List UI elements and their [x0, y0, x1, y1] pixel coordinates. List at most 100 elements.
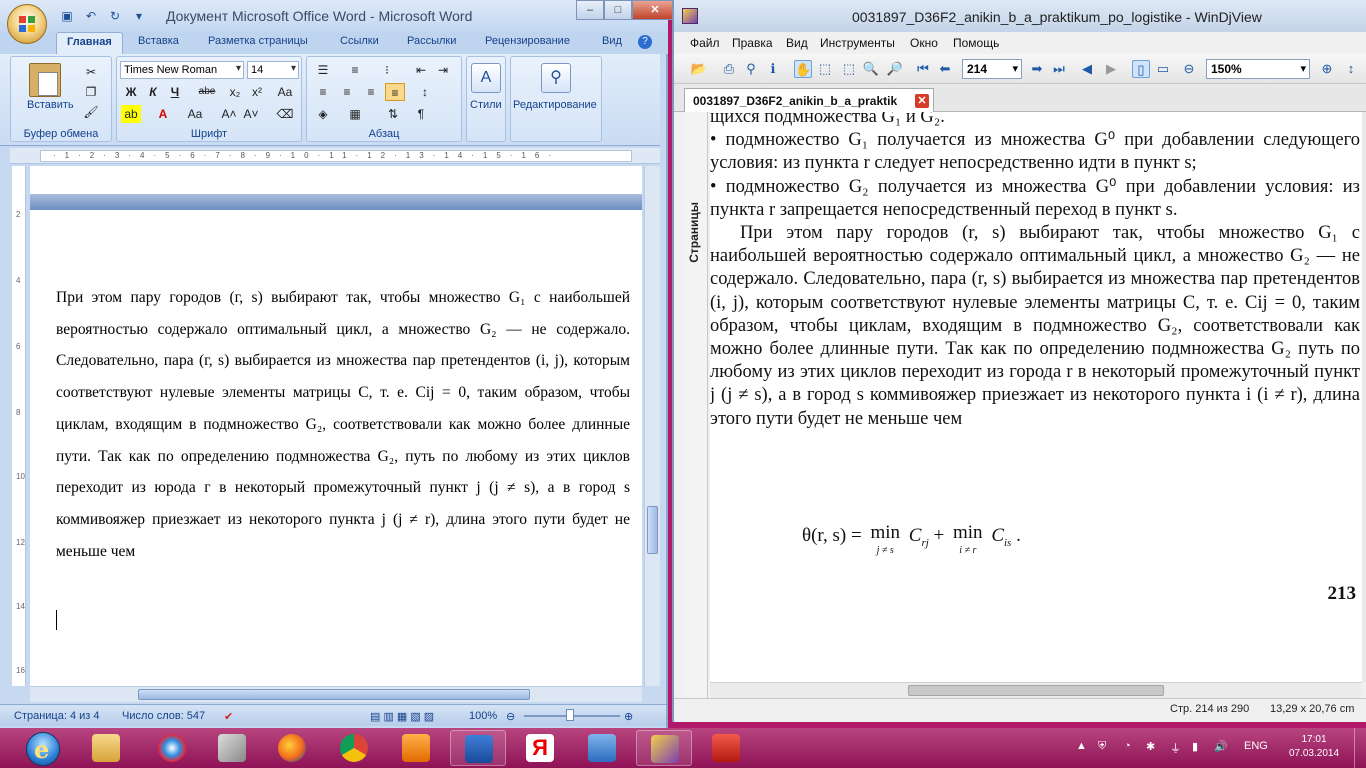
volume-icon[interactable]: 🔊	[1214, 740, 1228, 753]
cut-icon[interactable]: ✂	[81, 63, 101, 81]
zoom-select[interactable]: 150%	[1206, 59, 1310, 79]
borders-icon[interactable]: ▦	[345, 105, 365, 123]
menu-tools[interactable]: Инструменты	[820, 36, 895, 50]
italic-button[interactable]: К	[143, 83, 163, 101]
taskbar-paint[interactable]	[144, 730, 200, 766]
word-count[interactable]: Число слов: 547	[122, 710, 205, 722]
justify-icon[interactable]: ≡	[385, 83, 405, 101]
tray-app-icon[interactable]: ◔	[1124, 740, 1131, 752]
styles-label[interactable]: Стили	[470, 99, 502, 111]
editing-label[interactable]: Редактирование	[513, 99, 597, 111]
format-painter-icon[interactable]: 🖌	[81, 103, 101, 121]
horizontal-ruler[interactable]: ·1·2·3·4·5·6·7·8·9·10·11·12·13·14·15·16·	[10, 148, 660, 164]
select-region-icon[interactable]: ⬚	[840, 60, 858, 78]
change-case-icon[interactable]: Aa	[275, 83, 295, 101]
menu-edit[interactable]: Правка	[732, 36, 773, 50]
bullets-icon[interactable]: ☰	[313, 61, 333, 79]
subscript-icon[interactable]: x₂	[225, 83, 245, 101]
sort-icon[interactable]: ⇅	[383, 105, 403, 123]
font-name-select[interactable]: Times New Roman	[120, 61, 244, 79]
fit-page-icon[interactable]: ↕	[1342, 60, 1360, 78]
taskbar-chrome[interactable]	[326, 730, 382, 766]
zoom-in-page-icon[interactable]: ⊕	[1318, 60, 1336, 78]
zoom-in-icon[interactable]: ⊕	[624, 710, 633, 723]
tray-shield-icon[interactable]: ⛨	[1098, 740, 1106, 753]
align-right-icon[interactable]: ≡	[361, 83, 381, 101]
zoom-out-icon[interactable]: ⊖	[506, 710, 515, 723]
zoom-level[interactable]: 100%	[469, 710, 497, 722]
view-buttons[interactable]: ▤ ▥ ▦ ▧ ▨	[370, 710, 434, 723]
tab-references[interactable]: Ссылки	[340, 35, 379, 47]
djview-horizontal-scroll-thumb[interactable]	[908, 685, 1164, 696]
page-number-input[interactable]: 214	[962, 59, 1022, 79]
pages-sidebar[interactable]: Страницы	[684, 112, 708, 700]
customize-qat-icon[interactable]: ▾	[130, 7, 148, 25]
binoculars-icon[interactable]: ⚲	[541, 63, 571, 93]
menu-file[interactable]: Файл	[690, 36, 720, 50]
zoom-slider-thumb[interactable]	[566, 709, 574, 721]
line-spacing-icon[interactable]: ↕	[415, 83, 435, 101]
font-color-icon[interactable]: A	[153, 105, 173, 123]
next-page-icon[interactable]: ➡	[1028, 60, 1046, 78]
clear-formatting-icon[interactable]: ⌫	[275, 105, 295, 123]
start-button[interactable]: e	[16, 730, 72, 766]
highlight-icon[interactable]: ab	[121, 105, 141, 123]
underline-button[interactable]: Ч	[165, 83, 185, 101]
aa-icon[interactable]: Aa	[185, 105, 205, 123]
font-size-select[interactable]: 14	[247, 61, 299, 79]
select-icon[interactable]: ⬚	[816, 60, 834, 78]
tab-mailings[interactable]: Рассылки	[407, 35, 456, 47]
zoom-out-page-icon[interactable]: ⊖	[1180, 60, 1198, 78]
menu-view[interactable]: Вид	[786, 36, 808, 50]
last-page-icon[interactable]: ⏭	[1050, 60, 1068, 78]
open-icon[interactable]: 📂	[690, 60, 708, 78]
tab-page-layout[interactable]: Разметка страницы	[208, 35, 308, 47]
align-center-icon[interactable]: ≡	[337, 83, 357, 101]
prev-page-icon[interactable]: ⬅	[936, 60, 954, 78]
minimize-button[interactable]: –	[576, 0, 604, 20]
help-icon[interactable]: ?	[638, 35, 652, 49]
taskbar-app11[interactable]	[698, 730, 754, 766]
find-icon[interactable]: ⚲	[742, 60, 760, 78]
page-count[interactable]: Страница: 4 из 4	[14, 710, 100, 722]
tab-view[interactable]: Вид	[602, 35, 622, 47]
paste-label[interactable]: Вставить	[27, 99, 74, 111]
continuous-icon[interactable]: ▭	[1154, 60, 1172, 78]
taskbar-explorer[interactable]	[78, 730, 134, 766]
tab-home[interactable]: Главная	[56, 32, 123, 54]
djvu-page[interactable]: щихся подмножества G₁ и G₂. • подмножест…	[710, 112, 1362, 682]
hand-tool-icon[interactable]: ✋	[794, 60, 812, 78]
shading-icon[interactable]: ◈	[313, 105, 333, 123]
menu-help[interactable]: Помощь	[953, 36, 999, 50]
align-left-icon[interactable]: ≡	[313, 83, 333, 101]
increase-indent-icon[interactable]: ⇥	[433, 61, 453, 79]
vertical-scroll-thumb[interactable]	[647, 506, 658, 554]
save-icon[interactable]: ▣	[58, 7, 76, 25]
clock[interactable]: 17:01 07.03.2014	[1284, 733, 1344, 761]
vertical-scrollbar[interactable]	[644, 166, 660, 686]
tray-expand-icon[interactable]: ▲	[1076, 740, 1087, 752]
horizontal-scroll-thumb[interactable]	[138, 689, 530, 700]
strikethrough-button[interactable]: abe	[197, 83, 217, 101]
tray-settings-icon[interactable]: ✱	[1146, 740, 1155, 753]
first-page-icon[interactable]: ⏮	[914, 60, 932, 78]
single-page-icon[interactable]: ▯	[1132, 60, 1150, 78]
styles-icon[interactable]: A	[471, 63, 501, 93]
decrease-indent-icon[interactable]: ⇤	[411, 61, 431, 79]
office-button[interactable]	[7, 4, 47, 44]
superscript-icon[interactable]: x²	[247, 83, 267, 101]
taskbar-yandex[interactable]: Я	[512, 730, 568, 766]
magnify-icon[interactable]: 🔎	[886, 60, 904, 78]
show-marks-icon[interactable]: ¶	[411, 105, 431, 123]
back-icon[interactable]: ◀	[1078, 60, 1096, 78]
document-area[interactable]: При этом пару городов (г, s) выбирают та…	[30, 166, 642, 686]
pages-sidebar-label[interactable]: Страницы	[687, 202, 701, 263]
tab-insert[interactable]: Вставка	[138, 35, 179, 47]
shrink-font-icon[interactable]: A˅	[241, 105, 261, 123]
info-icon[interactable]: ℹ	[764, 60, 782, 78]
paste-icon[interactable]	[29, 63, 61, 97]
taskbar-audio[interactable]	[574, 730, 630, 766]
grow-font-icon[interactable]: A˄	[219, 105, 239, 123]
taskbar-windjview[interactable]	[636, 730, 692, 766]
zoom-rect-icon[interactable]: 🔍	[862, 60, 880, 78]
